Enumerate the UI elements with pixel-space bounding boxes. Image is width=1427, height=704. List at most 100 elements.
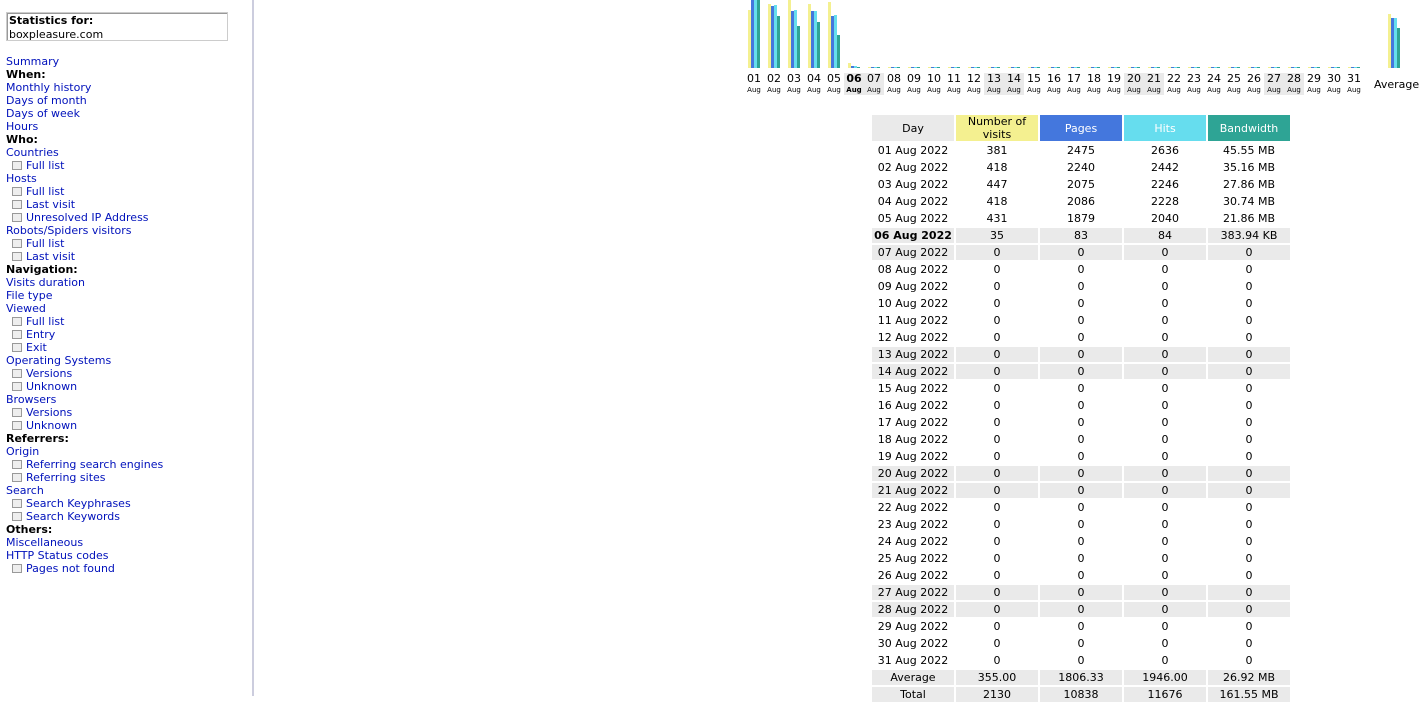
menu-link-browsers[interactable]: Browsers — [6, 393, 56, 406]
menu-category-who: Who: — [6, 133, 246, 146]
row-day-cell: 29 Aug 2022 — [877, 620, 949, 633]
column-header-number-of-visits: Number of visits — [956, 115, 1038, 141]
menu-link-unresolved-ip-address[interactable]: Unresolved IP Address — [26, 211, 149, 224]
row-value-cell: 35 — [956, 228, 1038, 243]
chart-day-bars — [1104, 0, 1124, 68]
bar-bandwidth — [1157, 67, 1160, 68]
row-value-cell: 0 — [1161, 518, 1169, 531]
total-row: Total 2130 10838 11676 161.55 MB — [872, 687, 1290, 702]
chart-day-label: 20 Aug — [1124, 73, 1144, 95]
bar-bandwidth — [1177, 67, 1180, 68]
menu-link-unknown[interactable]: Unknown — [26, 380, 77, 393]
table-row: 14 Aug 2022 0 0 0 0 — [872, 364, 1290, 379]
menu-link-days-of-month[interactable]: Days of month — [6, 94, 87, 107]
menu-subitem-versions: Versions — [6, 406, 246, 419]
submenu-icon — [12, 199, 22, 209]
chart-day-bars — [1284, 0, 1304, 68]
row-value-cell: 0 — [1161, 331, 1169, 344]
menu-link-miscellaneous[interactable]: Miscellaneous — [6, 536, 83, 549]
footer-value-cell: 1946.00 — [1124, 670, 1206, 685]
menu-link-operating-systems[interactable]: Operating Systems — [6, 354, 111, 367]
menu-link-countries[interactable]: Countries — [6, 146, 59, 159]
chart-day-label: 10 Aug — [924, 73, 944, 95]
chart-day-label: 23 Aug — [1184, 73, 1204, 95]
menu-link-last-visit[interactable]: Last visit — [26, 250, 75, 263]
row-day-cell: 04 Aug 2022 — [877, 195, 949, 208]
average-label: Average — [1374, 78, 1420, 91]
menu-link-origin[interactable]: Origin — [6, 445, 39, 458]
table-row: 26 Aug 2022 0 0 0 0 — [872, 568, 1290, 583]
row-value-cell: 2040 — [1151, 212, 1179, 225]
menu-link-search[interactable]: Search — [6, 484, 44, 497]
menu-link-visits-duration[interactable]: Visits duration — [6, 276, 85, 289]
row-value-cell: 0 — [1077, 297, 1085, 310]
menu-link-referring-search-engines[interactable]: Referring search engines — [26, 458, 163, 471]
menu-link-full-list[interactable]: Full list — [26, 185, 64, 198]
submenu-icon — [12, 511, 22, 521]
chart-day-bars — [1164, 0, 1184, 68]
bar-bandwidth — [1117, 67, 1120, 68]
chart-day-label: 31 Aug — [1344, 73, 1364, 95]
menu-link-versions[interactable]: Versions — [26, 367, 72, 380]
menu-link-versions[interactable]: Versions — [26, 406, 72, 419]
row-value-cell: 0 — [1161, 637, 1169, 650]
table-row: 05 Aug 2022 431 1879 2040 21.86 MB — [872, 211, 1290, 226]
bar-bandwidth — [977, 67, 980, 68]
chart-tick-label: 17 — [1067, 72, 1081, 85]
menu-link-entry[interactable]: Entry — [26, 328, 55, 341]
menu-link-robots-spiders-visitors[interactable]: Robots/Spiders visitors — [6, 224, 132, 237]
menu-link-pages-not-found[interactable]: Pages not found — [26, 562, 115, 575]
table-row: 12 Aug 2022 0 0 0 0 — [872, 330, 1290, 345]
menu-item-miscellaneous: Miscellaneous — [6, 536, 246, 549]
menu-link-last-visit[interactable]: Last visit — [26, 198, 75, 211]
menu-link-search-keyphrases[interactable]: Search Keyphrases — [26, 497, 131, 510]
chart-day-bars — [1044, 0, 1064, 68]
row-value-cell: 0 — [993, 654, 1001, 667]
row-value-cell: 0 — [956, 483, 1038, 498]
menu-link-days-of-week[interactable]: Days of week — [6, 107, 80, 120]
bar-bandwidth — [1317, 67, 1320, 68]
chart-tick-label: 02 — [767, 72, 781, 85]
menu-subitem-referring-search-engines: Referring search engines — [6, 458, 246, 471]
footer-value-cell: 11676 — [1124, 687, 1206, 702]
row-value-cell: 0 — [1077, 450, 1085, 463]
row-value-cell: 0 — [1161, 297, 1169, 310]
menu-link-exit[interactable]: Exit — [26, 341, 47, 354]
row-day-cell: 01 Aug 2022 — [877, 144, 949, 157]
menu-link-referring-sites[interactable]: Referring sites — [26, 471, 106, 484]
table-row: 22 Aug 2022 0 0 0 0 — [872, 500, 1290, 515]
row-day-cell: 14 Aug 2022 — [872, 364, 954, 379]
menu-link-unknown[interactable]: Unknown — [26, 419, 77, 432]
menu-link-hours[interactable]: Hours — [6, 120, 38, 133]
bar-bandwidth — [897, 67, 900, 68]
chart-day-label: 12 Aug — [964, 73, 984, 95]
menu-link-search-keywords[interactable]: Search Keywords — [26, 510, 120, 523]
row-day-cell: 23 Aug 2022 — [877, 518, 949, 531]
row-value-cell: 381 — [986, 144, 1008, 157]
row-day-cell: 13 Aug 2022 — [872, 347, 954, 362]
row-value-cell: 0 — [1161, 501, 1169, 514]
submenu-icon — [12, 316, 22, 326]
row-value-cell: 0 — [993, 382, 1001, 395]
menu-link-file-type[interactable]: File type — [6, 289, 52, 302]
menu-link-viewed[interactable]: Viewed — [6, 302, 46, 315]
submenu-icon — [12, 381, 22, 391]
menu-link-hosts[interactable]: Hosts — [6, 172, 37, 185]
menu-link-summary[interactable]: Summary — [6, 55, 59, 68]
chart-tick-label: 14 — [1007, 72, 1021, 85]
chart-day-bars — [884, 0, 904, 68]
row-value-cell: 0 — [1040, 483, 1122, 498]
row-value-cell: 0 — [1077, 518, 1085, 531]
chart-month-label: Aug — [846, 86, 862, 94]
row-value-cell: 0 — [993, 416, 1001, 429]
bar-bandwidth — [1217, 67, 1220, 68]
menu-link-http-status-codes[interactable]: HTTP Status codes — [6, 549, 108, 562]
menu-link-full-list[interactable]: Full list — [26, 159, 64, 172]
menu-link-full-list[interactable]: Full list — [26, 237, 64, 250]
chart-day-label: 29 Aug — [1304, 73, 1324, 95]
row-value-cell: 2240 — [1067, 161, 1095, 174]
menu-link-full-list[interactable]: Full list — [26, 315, 64, 328]
row-value-cell: 0 — [1245, 280, 1253, 293]
chart-day-bars — [944, 0, 964, 68]
menu-link-monthly-history[interactable]: Monthly history — [6, 81, 91, 94]
